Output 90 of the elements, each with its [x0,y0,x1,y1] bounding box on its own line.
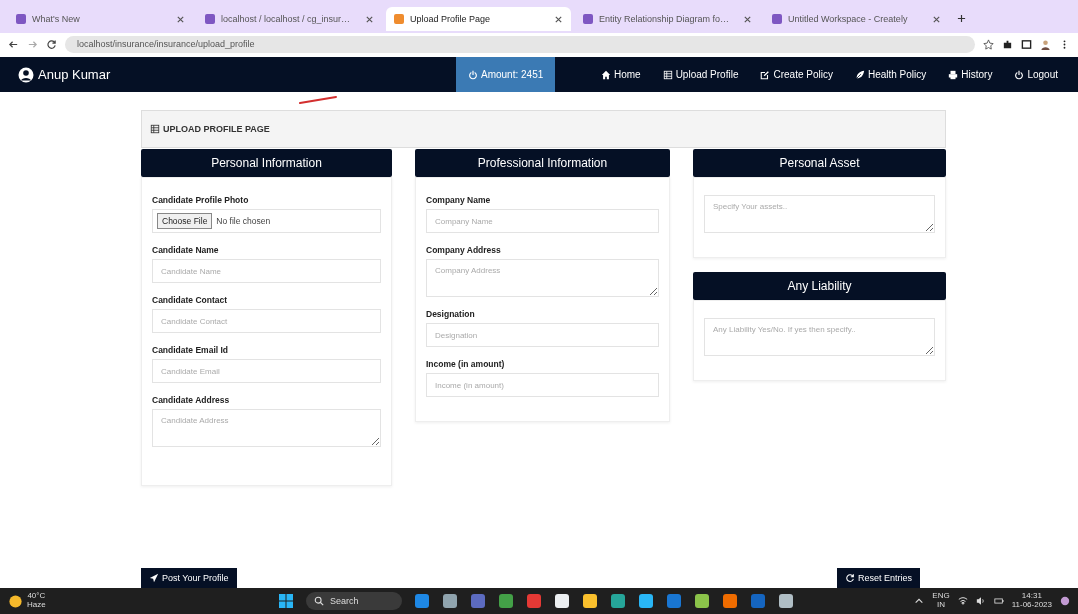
browser-tab[interactable]: What's New [8,7,193,31]
text-area[interactable]: Candidate Address [152,409,381,447]
field-label: Candidate Address [152,395,231,405]
table-icon [662,69,673,80]
battery-icon[interactable] [993,596,1004,606]
app-icon[interactable] [694,593,710,609]
section-header: Any Liability [693,272,946,300]
input-field[interactable]: Candidate Contact [152,309,381,333]
page-title: UPLOAD PROFILE PAGE [163,124,270,134]
home-icon [600,69,611,80]
start-icon[interactable] [278,593,294,609]
app-icon[interactable] [638,593,654,609]
browser-tab[interactable]: Entity Relationship Diagram fo… [575,7,760,31]
nav-link[interactable]: Upload Profile [662,69,739,80]
sidebar-icon[interactable] [1021,38,1032,50]
section-header: Personal Asset [693,149,946,177]
browser-tab[interactable]: Upload Profile Page [386,7,571,31]
region[interactable]: IN [937,601,945,610]
text-area[interactable]: Any Liability Yes/No. If yes then specify.. [704,318,935,356]
post-profile-button[interactable]: Post Your Profile [141,568,237,588]
browser-tab[interactable]: Untitled Workspace - Creately [764,7,949,31]
address-bar[interactable]: localhost/insurance/insurance/upload_profile [65,35,975,53]
close-icon[interactable] [932,14,941,24]
power-icon [1014,69,1025,80]
favicon-icon [16,14,26,24]
sun-icon [8,593,23,609]
search-icon [314,596,324,606]
app-icon[interactable] [442,593,458,609]
close-icon[interactable] [365,14,374,24]
file-status: No file chosen [216,216,271,226]
section-header: Personal Information [141,149,392,177]
pen-stroke [298,95,338,105]
nav-link[interactable]: Home [600,69,641,80]
chevron-up-icon[interactable] [914,596,925,606]
nav-link[interactable]: Health Policy [854,69,927,80]
bookmark-icon[interactable] [983,38,994,50]
field-label: Candidate Name [152,245,220,255]
nav-link[interactable]: History [948,69,993,80]
refresh-icon [844,573,855,583]
field-label: Candidate Profile Photo [152,195,250,205]
amount-badge: Amount: 2451 [456,57,556,92]
text-area[interactable]: Company Address [426,259,659,297]
reload-icon[interactable] [46,38,57,50]
language[interactable]: ENG [932,592,950,601]
input-field[interactable]: Designation [426,323,659,347]
field-label: Company Name [426,195,492,205]
nav-link[interactable]: Create Policy [760,69,833,80]
input-field[interactable]: Income (in amount) [426,373,659,397]
reset-button[interactable]: Reset Entries [836,568,920,588]
close-icon[interactable] [554,14,563,24]
input-field[interactable]: Candidate Email [152,359,381,383]
input-field[interactable]: Company Name [426,209,659,233]
weather-condition: Haze [27,601,46,610]
clock-date[interactable]: 11-06-2023 [1011,601,1052,610]
leaf-icon [854,69,865,80]
field-label: Candidate Email Id [152,345,230,355]
app-icon[interactable] [554,593,570,609]
field-label: Designation [426,309,476,319]
temperature: 40°C [27,592,46,601]
file-input[interactable]: Choose File No file chosen [152,209,381,233]
nav-link[interactable]: Logout [1014,69,1058,80]
browser-tab[interactable]: localhost / localhost / cg_insur… [197,7,382,31]
profile-avatar-icon[interactable] [1040,38,1051,50]
close-icon[interactable] [176,14,185,24]
user-name: Anup Kumar [38,67,111,82]
table-icon [150,124,160,134]
printer-icon [948,69,959,80]
clock-time[interactable]: 14:31 [1021,592,1042,601]
power-icon [468,69,478,80]
favicon-icon [583,14,593,24]
edit-icon [760,69,771,80]
favicon-icon [394,14,404,24]
favicon-icon [205,14,215,24]
app-icon[interactable] [582,593,598,609]
input-field[interactable]: Candidate Name [152,259,381,283]
new-tab-icon[interactable] [957,14,966,23]
field-label: Company Address [426,245,502,255]
wifi-icon[interactable] [957,596,968,606]
send-icon [149,573,159,583]
section-header: Professional Information [415,149,670,177]
field-label: Income (in amount) [426,359,506,369]
app-icon[interactable] [778,593,794,609]
close-icon[interactable] [743,14,752,24]
field-label: Candidate Contact [152,295,229,305]
taskbar-search[interactable]: Search [306,592,402,610]
user-icon [18,66,34,83]
text-area[interactable]: Specify Your assets.. [704,195,935,233]
choose-file-button[interactable]: Choose File [157,213,213,229]
speaker-icon[interactable] [975,596,986,606]
favicon-icon [772,14,782,24]
